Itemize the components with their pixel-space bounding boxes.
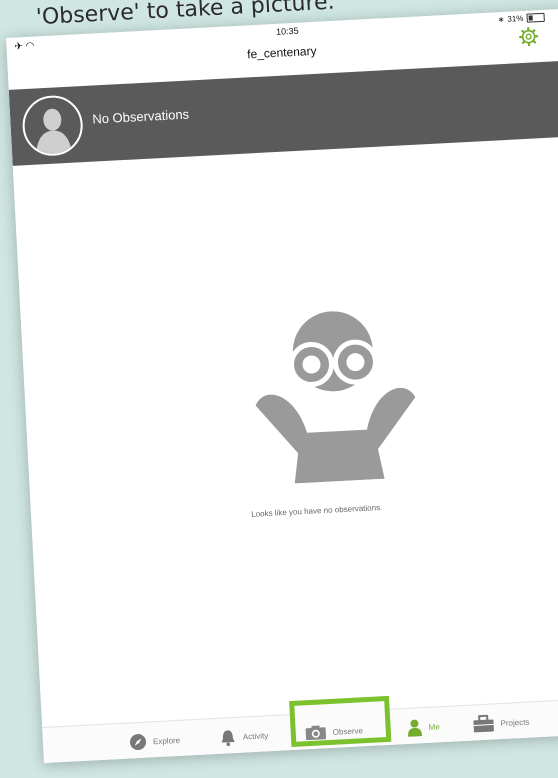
observations-count-label: No Observations [91, 106, 190, 127]
avatar[interactable] [21, 94, 85, 158]
binoculars-person-icon [230, 296, 439, 486]
tablet-screen: ✈ ◠ 10:35 ∗ 31% fe_centenary No Observat… [6, 8, 558, 764]
briefcase-icon [473, 714, 494, 733]
tab-activity[interactable]: Activity [218, 720, 269, 753]
status-right: ∗ 31% [497, 12, 545, 25]
gear-icon[interactable] [518, 26, 539, 47]
tab-me-label: Me [428, 721, 440, 732]
tab-projects[interactable]: Projects [472, 707, 530, 740]
page-title: fe_centenary [246, 43, 317, 62]
tab-explore-label: Explore [152, 735, 181, 746]
battery-icon [526, 12, 545, 23]
person-icon [408, 719, 423, 737]
user-silhouette-icon [36, 108, 73, 155]
tab-bar: Explore Activity Observe Me Projects [42, 695, 558, 764]
battery-percent: 31% [507, 13, 524, 24]
tab-projects-label: Projects [500, 717, 530, 728]
status-time: 10:35 [275, 25, 299, 37]
tab-activity-label: Activity [242, 730, 269, 742]
empty-state-message: Looks like you have no observations. [251, 502, 383, 519]
bluetooth-icon: ∗ [497, 14, 505, 25]
tab-observe-label: Observe [332, 725, 364, 737]
tab-explore[interactable]: Explore [128, 725, 181, 758]
compass-icon [130, 734, 147, 751]
tab-me[interactable]: Me [406, 711, 441, 743]
camera-icon [305, 725, 327, 741]
tab-observe[interactable]: Observe [304, 715, 364, 748]
bell-icon [221, 730, 235, 747]
